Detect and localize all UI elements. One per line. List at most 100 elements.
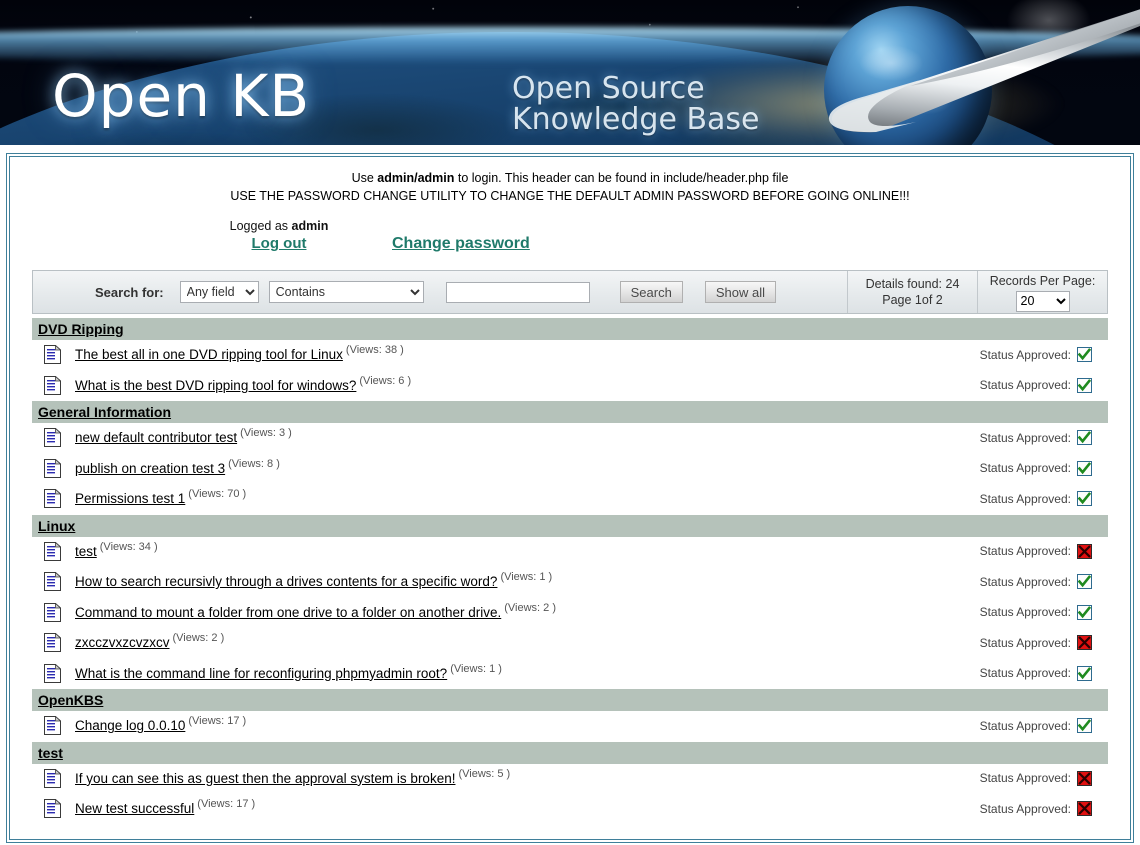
change-password-link[interactable]: Change password: [392, 235, 530, 253]
article-title-link[interactable]: test: [75, 544, 97, 559]
article-row: publish on creation test 3(Views: 8 )Sta…: [32, 454, 1108, 485]
page-frame: Use admin/admin to login. This header ca…: [6, 153, 1134, 843]
status-approved-label: Status Approved:: [980, 544, 1071, 558]
search-field-select[interactable]: Any fieldTitleDetailsKeywords: [180, 281, 259, 303]
article-views-count: (Views: 2 ): [504, 602, 556, 614]
status-approved-label: Status Approved:: [980, 378, 1071, 392]
banner-subtitle-line1: Open Source: [512, 71, 705, 106]
article-title-link[interactable]: Permissions test 1: [75, 491, 185, 506]
green-check-icon: [1078, 575, 1091, 588]
status-badge-approved[interactable]: [1077, 718, 1092, 733]
banner-subtitle: Open SourceKnowledge Base: [512, 73, 760, 135]
document-icon: [44, 489, 61, 508]
article-title-link[interactable]: What is the best DVD ripping tool for wi…: [75, 378, 356, 393]
category-title-link[interactable]: Linux: [38, 518, 75, 534]
green-check-icon: [1078, 462, 1091, 475]
status-cell: Status Approved:: [980, 461, 1108, 476]
article-title-link[interactable]: Change log 0.0.10: [75, 718, 185, 733]
details-found-cell: Details found: 24 Page 1of 2: [847, 271, 977, 313]
logged-as-block: Logged as admin Log out: [204, 218, 354, 252]
status-badge-not-approved[interactable]: [1077, 801, 1092, 816]
article-title-link[interactable]: zxcczvxzcvzxcv: [75, 635, 170, 650]
status-badge-approved[interactable]: [1077, 347, 1092, 362]
article-title-link[interactable]: New test successful: [75, 801, 194, 816]
article-results-list: DVD Ripping The best all in one DVD rippi…: [32, 318, 1108, 825]
session-bar: Logged as admin Log out Change password: [28, 218, 1112, 266]
article-title-link[interactable]: If you can see this as guest then the ap…: [75, 771, 455, 786]
article-views-count: (Views: 1 ): [450, 663, 502, 675]
records-per-page-select[interactable]: 5102050100: [1016, 291, 1070, 312]
status-badge-not-approved[interactable]: [1077, 544, 1092, 559]
search-controls: Search for: Any fieldTitleDetailsKeyword…: [33, 271, 847, 313]
article-title-link[interactable]: new default contributor test: [75, 430, 237, 445]
status-badge-approved[interactable]: [1077, 574, 1092, 589]
red-cross-icon: [1078, 545, 1091, 558]
document-icon: [44, 376, 61, 395]
logout-link[interactable]: Log out: [252, 236, 307, 252]
details-found-label: Details found: 24: [866, 276, 960, 292]
status-badge-not-approved[interactable]: [1077, 771, 1092, 786]
search-button[interactable]: Search: [620, 281, 683, 303]
status-approved-label: Status Approved:: [980, 666, 1071, 680]
article-row: If you can see this as guest then the ap…: [32, 764, 1108, 795]
article-title-link[interactable]: The best all in one DVD ripping tool for…: [75, 347, 343, 362]
logged-as-prefix: Logged as: [230, 219, 292, 233]
status-approved-label: Status Approved:: [980, 431, 1071, 445]
search-operator-select[interactable]: ContainsEqualsStarts withEnds with: [269, 281, 424, 303]
green-check-icon: [1078, 492, 1091, 505]
status-approved-label: Status Approved:: [980, 771, 1071, 785]
status-approved-label: Status Approved:: [980, 348, 1071, 362]
document-icon: [44, 603, 61, 622]
category-title-link[interactable]: General Information: [38, 404, 171, 420]
green-check-icon: [1078, 606, 1091, 619]
article-views-count: (Views: 1 ): [500, 571, 552, 583]
notice-suffix: to login. This header can be found in in…: [454, 171, 788, 185]
category-header: General Information: [32, 401, 1108, 423]
article-row: zxcczvxzcvzxcv(Views: 2 )Status Approved…: [32, 628, 1108, 659]
red-cross-icon: [1078, 772, 1091, 785]
article-views-count: (Views: 17 ): [188, 715, 246, 727]
article-row: New test successful(Views: 17 )Status Ap…: [32, 794, 1108, 825]
status-cell: Status Approved:: [980, 718, 1108, 733]
article-row: Permissions test 1(Views: 70 ) Status App…: [32, 484, 1108, 515]
status-badge-approved[interactable]: [1077, 378, 1092, 393]
article-title-link[interactable]: What is the command line for reconfiguri…: [75, 666, 447, 681]
status-cell: Status Approved:: [980, 801, 1108, 816]
category-header: DVD Ripping: [32, 318, 1108, 340]
category-title-link[interactable]: OpenKBS: [38, 692, 103, 708]
category-title-link[interactable]: test: [38, 745, 63, 761]
show-all-button[interactable]: Show all: [705, 281, 776, 303]
document-icon: [44, 428, 61, 447]
status-badge-approved[interactable]: [1077, 461, 1092, 476]
status-approved-label: Status Approved:: [980, 461, 1071, 475]
article-title-link[interactable]: Command to mount a folder from one drive…: [75, 605, 501, 620]
status-approved-label: Status Approved:: [980, 719, 1071, 733]
article-views-count: (Views: 6 ): [359, 375, 411, 387]
document-icon: [44, 542, 61, 561]
status-badge-not-approved[interactable]: [1077, 635, 1092, 650]
search-input[interactable]: [446, 282, 590, 303]
article-views-count: (Views: 34 ): [100, 541, 158, 553]
status-cell: Status Approved:: [980, 666, 1108, 681]
category-title-link[interactable]: DVD Ripping: [38, 321, 124, 337]
status-badge-approved[interactable]: [1077, 491, 1092, 506]
header-notice-line2: USE THE PASSWORD CHANGE UTILITY TO CHANG…: [28, 187, 1112, 205]
status-badge-approved[interactable]: [1077, 605, 1092, 620]
status-badge-approved[interactable]: [1077, 666, 1092, 681]
status-cell: Status Approved:: [980, 605, 1108, 620]
status-approved-label: Status Approved:: [980, 605, 1071, 619]
category-header: test: [32, 742, 1108, 764]
status-cell: Status Approved:: [980, 378, 1108, 393]
status-badge-approved[interactable]: [1077, 430, 1092, 445]
article-views-count: (Views: 70 ): [188, 488, 246, 500]
status-approved-label: Status Approved:: [980, 575, 1071, 589]
article-title-link[interactable]: How to search recursivly through a drive…: [75, 574, 497, 589]
document-icon: [44, 345, 61, 364]
site-banner: Open KB Open SourceKnowledge Base: [0, 0, 1140, 145]
search-for-label: Search for:: [95, 285, 164, 300]
status-approved-label: Status Approved:: [980, 492, 1071, 506]
status-cell: Status Approved:: [980, 491, 1108, 506]
article-title-link[interactable]: publish on creation test 3: [75, 461, 225, 476]
logged-as-username: admin: [292, 219, 329, 233]
article-row: How to search recursivly through a drive…: [32, 567, 1108, 598]
